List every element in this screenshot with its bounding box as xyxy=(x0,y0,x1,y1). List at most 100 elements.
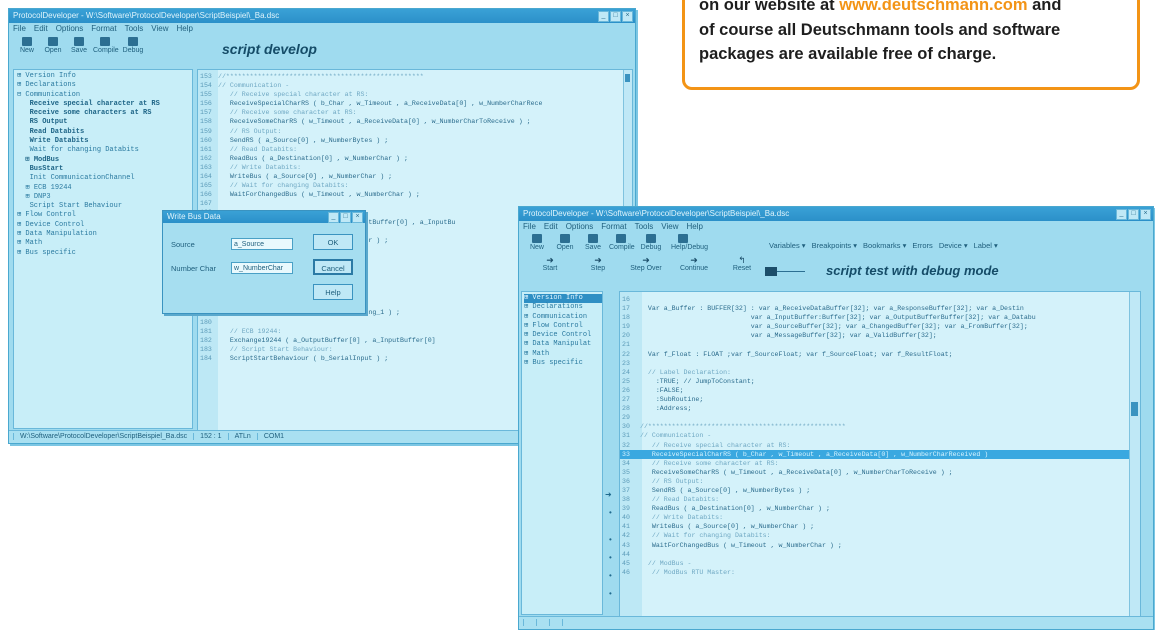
code-line[interactable]: 23 xyxy=(620,359,1140,368)
menu-item-options[interactable]: Options xyxy=(56,23,84,35)
code-line[interactable]: 43 WaitForChangedBus ( w_Timeout , w_Num… xyxy=(620,541,1140,550)
breakpoint-marker[interactable]: • xyxy=(609,553,612,562)
debug-step-button[interactable]: ➜ Step xyxy=(581,256,615,273)
code-line[interactable]: 156 ReceiveSpecialCharRS ( b_Char , w_Ti… xyxy=(198,99,632,108)
code-line[interactable]: 36 // RS Output: xyxy=(620,477,1140,486)
debug-start-button[interactable]: ➜ Start xyxy=(533,256,567,273)
menu-item-format[interactable]: Format xyxy=(601,221,626,233)
tree-item[interactable]: ⊞ Flow Control xyxy=(524,322,602,331)
tree-item[interactable]: ⊞ Communication xyxy=(524,313,602,322)
dropdown-2[interactable]: Bookmarks ▾ xyxy=(863,241,906,250)
menu-item-view[interactable]: View xyxy=(151,23,168,35)
code-line[interactable]: 18 var a_InputBuffer:Buffer[32]; var a_O… xyxy=(620,313,1140,322)
code-line[interactable]: 27 :SubRoutine; xyxy=(620,395,1140,404)
cancel-button[interactable]: Cancel xyxy=(313,259,353,275)
menu-item-tools[interactable]: Tools xyxy=(635,221,654,233)
debug-reset-button[interactable]: ↰ Reset xyxy=(725,256,759,273)
code-line[interactable]: 25 :TRUE; // JumpToConstant; xyxy=(620,377,1140,386)
code-line[interactable]: 46 // ModBus RTU Master: xyxy=(620,568,1140,577)
number-char-input[interactable]: w_NumberChar xyxy=(231,262,293,274)
tree-item[interactable]: ⊞ ModBus xyxy=(17,156,192,165)
menu-item-help[interactable]: Help xyxy=(687,221,703,233)
source-input[interactable]: a_Source xyxy=(231,238,293,250)
toolbar-open-button[interactable]: Open xyxy=(553,234,577,251)
right-window-titlebar[interactable]: ProtocolDeveloper - W:\Software\Protocol… xyxy=(519,207,1153,221)
code-line[interactable]: 21 xyxy=(620,340,1140,349)
menu-item-edit[interactable]: Edit xyxy=(544,221,558,233)
code-line[interactable]: 45 // ModBus - xyxy=(620,559,1140,568)
tree-item[interactable]: BusStart xyxy=(17,165,192,174)
code-line[interactable]: 24 // Label Declaration: xyxy=(620,368,1140,377)
code-line[interactable]: 163 // Write Databits: xyxy=(198,163,632,172)
code-line[interactable]: 155 // Receive special character at RS: xyxy=(198,90,632,99)
toolbar-save-button[interactable]: Save xyxy=(581,234,605,251)
toolbar-help-debug-button[interactable]: Help/Debug xyxy=(671,234,708,251)
maximize-icon[interactable]: □ xyxy=(340,212,351,223)
breakpoint-marker[interactable]: • xyxy=(609,571,612,580)
code-line[interactable]: 158 ReceiveSomeCharRS ( w_Timeout , a_Re… xyxy=(198,117,632,126)
code-line[interactable]: 40 // Write Databits: xyxy=(620,513,1140,522)
tree-item[interactable]: Write Databits xyxy=(17,137,192,146)
tree-item[interactable]: ⊞ Bus specific xyxy=(524,359,602,368)
code-line[interactable]: 162 ReadBus ( a_Destination[0] , w_Numbe… xyxy=(198,154,632,163)
code-line[interactable]: 44 xyxy=(620,550,1140,559)
breakpoint-marker[interactable]: • xyxy=(609,508,612,517)
right-code-scrollbar[interactable] xyxy=(1129,292,1140,616)
code-line[interactable]: 164 WriteBus ( a_Source[0] , w_NumberCha… xyxy=(198,172,632,181)
menu-item-help[interactable]: Help xyxy=(177,23,193,35)
close-icon[interactable]: × xyxy=(1140,209,1151,220)
menu-item-format[interactable]: Format xyxy=(91,23,116,35)
code-line[interactable]: 16 xyxy=(620,295,1140,304)
code-line[interactable]: 26 :FALSE; xyxy=(620,386,1140,395)
dropdown-0[interactable]: Variables ▾ xyxy=(769,241,806,250)
code-line[interactable]: 42 // Wait for changing Databits: xyxy=(620,531,1140,540)
toolbar-save-button[interactable]: Save xyxy=(67,37,91,54)
current-execution-line[interactable]: 33 ReceiveSpecialCharRS ( b_Char , w_Tim… xyxy=(620,449,1140,459)
menu-item-options[interactable]: Options xyxy=(566,221,594,233)
code-line[interactable]: 38 // Read Databits: xyxy=(620,495,1140,504)
minimize-icon[interactable]: _ xyxy=(328,212,339,223)
tree-item[interactable]: ⊞ Declarations xyxy=(524,303,602,312)
code-line[interactable]: 17 Var a_Buffer : BUFFER[32] : var a_Rec… xyxy=(620,304,1140,313)
code-line[interactable]: 29 xyxy=(620,413,1140,422)
code-line[interactable]: 31 // Communication - xyxy=(620,431,1140,440)
tree-item[interactable]: ⊞ Declarations xyxy=(17,81,192,90)
code-line[interactable]: 35 ReceiveSomeCharRS ( w_Timeout , a_Rec… xyxy=(620,468,1140,477)
maximize-icon[interactable]: □ xyxy=(610,11,621,22)
code-line[interactable]: 41 WriteBus ( a_Source[0] , w_NumberChar… xyxy=(620,522,1140,531)
ok-button[interactable]: OK xyxy=(313,234,353,250)
website-link[interactable]: www.deutschmann.com xyxy=(839,0,1027,14)
menu-item-edit[interactable]: Edit xyxy=(34,23,48,35)
dropdown-5[interactable]: Label ▾ xyxy=(974,241,998,250)
toolbar-compile-button[interactable]: Compile xyxy=(609,234,635,251)
code-line[interactable]: 166 WaitForChangedBus ( w_Timeout , w_Nu… xyxy=(198,190,632,199)
tree-item[interactable]: ⊞ Version Info xyxy=(524,294,602,304)
right-code-editor[interactable]: 16 17 Var a_Buffer : BUFFER[32] : var a_R… xyxy=(619,291,1141,617)
code-line[interactable]: 159 // RS Output: xyxy=(198,127,632,136)
code-line[interactable]: 19 var a_SourceBuffer[32]; var a_Changed… xyxy=(620,322,1140,331)
minimize-icon[interactable]: _ xyxy=(598,11,609,22)
tree-item[interactable]: ⊞ ECB 19244 xyxy=(17,184,192,193)
tree-item[interactable]: Init CommunicationChannel xyxy=(17,174,192,183)
code-line[interactable]: 154 // Communication - xyxy=(198,81,632,90)
tree-item[interactable]: ⊟ Communication xyxy=(17,91,192,100)
scrollbar-thumb[interactable] xyxy=(625,74,630,82)
code-line[interactable]: 30 //************************************… xyxy=(620,422,1140,431)
toolbar-new-button[interactable]: New xyxy=(15,37,39,54)
tree-item[interactable]: Wait for changing Databits xyxy=(17,146,192,155)
right-function-tree[interactable]: ⊞ Version Info ⊞ Declarations ⊞ Communicat… xyxy=(521,291,603,615)
code-line[interactable]: 32 // Receive special character at RS: xyxy=(620,441,1140,450)
tree-item[interactable]: Receive some characters at RS xyxy=(17,109,192,118)
code-line[interactable]: 22 Var f_Float : FLOAT ;var f_SourceFloa… xyxy=(620,350,1140,359)
close-icon[interactable]: × xyxy=(352,212,363,223)
tree-item[interactable]: Receive special character at RS xyxy=(17,100,192,109)
code-line[interactable]: 39 ReadBus ( a_Destination[0] , w_Number… xyxy=(620,504,1140,513)
tree-item[interactable]: ⊞ Device Control xyxy=(524,331,602,340)
breakpoint-marker[interactable]: • xyxy=(609,589,612,598)
code-line[interactable]: 161 // Read Databits: xyxy=(198,145,632,154)
tree-item[interactable]: ⊞ Version Info xyxy=(17,72,192,81)
code-line[interactable]: 34 // Receive some character at RS: xyxy=(620,459,1140,468)
debug-continue-button[interactable]: ➜ Continue xyxy=(677,256,711,273)
dialog-titlebar[interactable]: Write Bus Data _ □ × xyxy=(163,211,365,223)
tree-item[interactable]: ⊞ Data Manipulat xyxy=(524,340,602,349)
